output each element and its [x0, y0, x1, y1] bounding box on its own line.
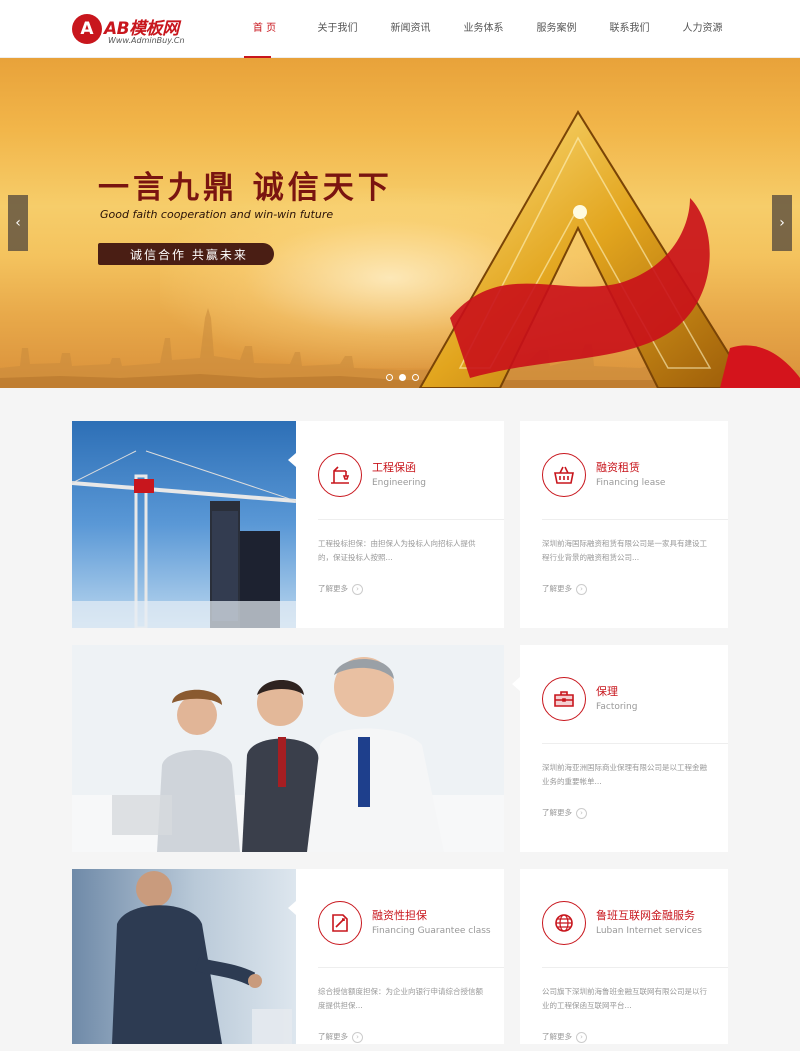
card-notch: [288, 901, 296, 915]
service-description: 综合授信额度担保：为企业向银行申请综合授信额度提供担保...: [318, 987, 483, 1010]
divider: [542, 967, 728, 968]
learn-more-link[interactable]: 了解更多 ›: [318, 1031, 363, 1043]
arrow-right-icon: ›: [576, 583, 587, 595]
service-title[interactable]: 保理: [596, 683, 618, 699]
banner-headline: 一言九鼎 诚信天下: [98, 170, 393, 206]
nav-item-contact[interactable]: 联系我们: [593, 0, 666, 58]
learn-more-link[interactable]: 了解更多 ›: [542, 807, 587, 819]
service-card-guarantee: 融资性担保 Financing Guarantee class 综合授信额度担保…: [288, 869, 504, 1044]
nav-item-business[interactable]: 业务体系: [447, 0, 520, 58]
banner-next-button[interactable]: ›: [772, 195, 792, 251]
banner-tag-text: 诚信合作 共赢未来: [130, 248, 248, 262]
banner-subline: Good faith cooperation and win-win futur…: [100, 208, 334, 221]
service-title[interactable]: 融资租赁: [596, 459, 640, 475]
service-card-leasing: 融资租赁 Financing lease 深圳前海国际融资租赁有限公司是一家具有…: [520, 421, 728, 628]
service-description: 深圳前海亚洲国际商业保理有限公司是以工程金融业务的重要帐单...: [542, 763, 707, 786]
service-subtitle: Factoring: [596, 702, 638, 712]
hero-banner: 一言九鼎 诚信天下 Good faith cooperation and win…: [0, 58, 800, 388]
service-title[interactable]: 工程保函: [372, 459, 416, 475]
business-team-photo: [72, 645, 504, 852]
banner-tag: 诚信合作 共赢未来: [98, 243, 274, 265]
arrow-right-icon: ›: [576, 807, 587, 819]
service-description: 深圳前海国际融资租赁有限公司是一家具有建设工程行业背景的融资租赁公司...: [542, 539, 707, 562]
service-subtitle: Financing lease: [596, 478, 666, 488]
crane-illustration: [72, 450, 296, 628]
slide-dot-3[interactable]: [412, 374, 419, 381]
banner-prev-button[interactable]: ‹: [8, 195, 28, 251]
learn-more-link[interactable]: 了解更多 ›: [542, 583, 587, 595]
business-people-illustration: [72, 645, 504, 852]
nav-item-hr[interactable]: 人力资源: [666, 0, 739, 58]
slide-dot-1[interactable]: [386, 374, 393, 381]
nav-item-news[interactable]: 新闻资讯: [374, 0, 447, 58]
learn-more-label: 了解更多: [542, 584, 572, 593]
globe-icon: [542, 901, 586, 945]
service-title[interactable]: 融资性担保: [372, 907, 427, 923]
service-subtitle: Financing Guarantee class: [372, 926, 491, 936]
learn-more-label: 了解更多: [318, 1032, 348, 1041]
divider: [318, 519, 504, 520]
service-card-internet-finance: 鲁班互联网金融服务 Luban Internet services 公司旗下深圳…: [520, 869, 728, 1044]
divider: [542, 519, 728, 520]
service-card-factoring: 保理 Factoring 深圳前海亚洲国际商业保理有限公司是以工程金融业务的重要…: [512, 645, 728, 852]
service-title[interactable]: 鲁班互联网金融服务: [596, 907, 695, 923]
golden-pyramid-image: [418, 110, 800, 388]
divider: [542, 743, 728, 744]
card-notch: [288, 453, 296, 467]
logo-mark: A: [72, 14, 102, 44]
site-header: A AB模板网 Www.AdminBuy.Cn 首 页 关于我们 新闻资讯 业务…: [0, 0, 800, 58]
learn-more-label: 了解更多: [318, 584, 348, 593]
slide-dot-2[interactable]: [399, 374, 406, 381]
divider: [318, 967, 504, 968]
arrow-right-icon: ›: [576, 1031, 587, 1043]
learn-more-link[interactable]: 了解更多 ›: [318, 583, 363, 595]
service-subtitle: Luban Internet services: [596, 926, 702, 936]
service-card-engineering: 工程保函 Engineering 工程投标担保：由担保人为投标人向招标人提供的，…: [288, 421, 504, 628]
nav-item-home[interactable]: 首 页: [228, 0, 301, 58]
site-logo[interactable]: A AB模板网 Www.AdminBuy.Cn: [72, 12, 202, 48]
crane-icon: [318, 453, 362, 497]
service-description: 工程投标担保：由担保人为投标人向招标人提供的，保证投标人按照...: [318, 539, 476, 562]
crane-photo: [72, 421, 296, 628]
banner-pagination: [386, 374, 419, 381]
learn-more-label: 了解更多: [542, 808, 572, 817]
basket-icon: [542, 453, 586, 497]
learn-more-link[interactable]: 了解更多 ›: [542, 1031, 587, 1043]
businessman-illustration: [112, 871, 292, 1044]
arrow-right-icon: ›: [352, 583, 363, 595]
logo-url: Www.AdminBuy.Cn: [108, 36, 185, 45]
arrow-right-icon: ›: [352, 1031, 363, 1043]
card-notch: [512, 677, 520, 691]
nav-item-cases[interactable]: 服务案例: [520, 0, 593, 58]
service-subtitle: Engineering: [372, 478, 426, 488]
nav-item-about[interactable]: 关于我们: [301, 0, 374, 58]
learn-more-label: 了解更多: [542, 1032, 572, 1041]
businessman-photo: [72, 869, 296, 1044]
service-description: 公司旗下深圳前海鲁班金融互联网有限公司是以行业的工程保函互联网平台...: [542, 987, 707, 1010]
document-pen-icon: [318, 901, 362, 945]
main-nav: 首 页 关于我们 新闻资讯 业务体系 服务案例 联系我们 人力资源: [228, 0, 739, 58]
briefcase-icon: [542, 677, 586, 721]
